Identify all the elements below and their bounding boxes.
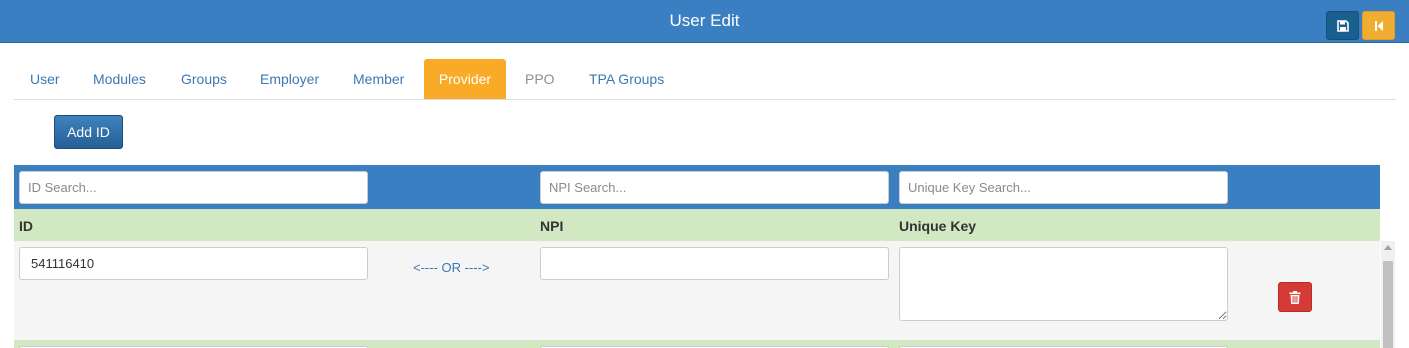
table-row (14, 340, 1380, 348)
scroll-up-arrow-icon[interactable] (1384, 245, 1392, 250)
search-bar (14, 165, 1380, 209)
column-header-id: ID (19, 218, 33, 234)
table-row: <---- OR ----> (14, 241, 1380, 340)
app-header: User Edit (0, 0, 1409, 43)
tab-employer[interactable]: Employer (244, 59, 335, 99)
vertical-scrollbar[interactable] (1381, 241, 1395, 348)
delete-button[interactable] (1278, 282, 1312, 312)
unique-key-field[interactable] (899, 247, 1228, 321)
tab-user[interactable]: User (14, 59, 76, 99)
tab-ppo: PPO (525, 71, 555, 87)
id-search-input[interactable] (19, 171, 368, 204)
save-button[interactable] (1326, 11, 1359, 40)
add-id-button[interactable]: Add ID (54, 115, 123, 149)
column-header-npi: NPI (540, 218, 564, 234)
tab-tpa-groups[interactable]: TPA Groups (573, 59, 680, 99)
back-button[interactable] (1362, 11, 1395, 40)
tab-modules[interactable]: Modules (77, 59, 162, 99)
npi-field[interactable] (540, 247, 889, 280)
or-separator: <---- OR ----> (413, 260, 490, 275)
tab-bar: User Modules Groups Employer Member Prov… (14, 59, 1396, 100)
column-header-row: ID NPI Unique Key (14, 209, 1380, 241)
tab-provider[interactable]: Provider (424, 59, 506, 99)
npi-search-input[interactable] (540, 171, 889, 204)
trash-icon (1289, 290, 1301, 304)
tab-member[interactable]: Member (337, 59, 420, 99)
unique-key-search-input[interactable] (899, 171, 1228, 204)
scrollbar-thumb[interactable] (1383, 261, 1393, 348)
skip-back-icon (1374, 20, 1383, 31)
column-header-unique-key: Unique Key (899, 218, 977, 234)
page-title: User Edit (669, 11, 740, 30)
id-field[interactable] (19, 247, 368, 280)
tab-groups[interactable]: Groups (165, 59, 243, 99)
save-icon (1336, 19, 1349, 32)
